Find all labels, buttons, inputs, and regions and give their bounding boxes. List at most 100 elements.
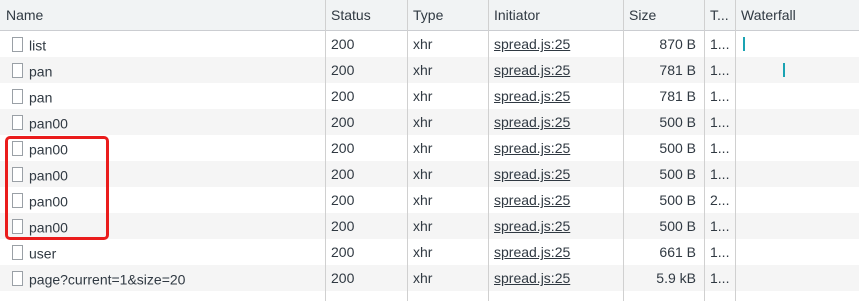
time-cell: 1... [710,88,730,104]
request-name[interactable]: pan [29,89,52,105]
status-cell: 200 [331,192,355,208]
type-cell: xhr [413,140,433,156]
request-name-cell[interactable]: pan [0,57,325,83]
status-cell: 200 [331,270,355,286]
table-row[interactable]: pan00 200 xhr spread.js:25 500 B 1... [0,213,859,239]
request-name[interactable]: page?current=1&size=20 [29,271,185,287]
time-cell: 1... [710,218,730,234]
column-header-status[interactable]: Status [325,0,407,31]
initiator-cell: spread.js:25 [488,109,623,135]
size-cell: 5.9 kB [656,270,696,286]
initiator-cell: spread.js:25 [488,161,623,187]
size-cell: 870 B [659,36,696,52]
status-cell: 200 [331,88,355,104]
document-icon [12,270,23,286]
time-cell: 1... [710,244,730,260]
table-row[interactable]: pan00 200 xhr spread.js:25 500 B 1... [0,109,859,135]
waterfall-cell [735,57,859,83]
request-name-cell[interactable]: pan00 [0,109,325,135]
initiator-link[interactable]: spread.js:25 [494,166,570,182]
initiator-link[interactable]: spread.js:25 [494,192,570,208]
table-row[interactable]: pan 200 xhr spread.js:25 781 B 1... [0,83,859,109]
table-header: Name Status Type Initiator Size T... Wat… [0,0,859,31]
status-cell: 200 [331,62,355,78]
table-row[interactable]: pan 200 xhr spread.js:25 781 B 1... [0,57,859,83]
request-name[interactable]: list [29,37,46,53]
waterfall-bar [743,37,745,51]
column-header-size[interactable]: Size [623,0,704,31]
table-row[interactable]: pan00 200 xhr spread.js:25 500 B 1... [0,161,859,187]
time-cell: 1... [710,166,730,182]
request-name-cell[interactable]: list [0,31,325,57]
status-cell: 200 [331,218,355,234]
size-cell: 781 B [659,62,696,78]
size-cell: 500 B [659,192,696,208]
column-divider[interactable] [735,0,736,301]
column-divider[interactable] [623,0,624,301]
column-header-initiator[interactable]: Initiator [488,0,623,31]
table-row[interactable]: list 200 xhr spread.js:25 870 B 1... [0,31,859,57]
request-name-cell[interactable]: page?current=1&size=20 [0,265,325,291]
request-name[interactable]: pan [29,63,52,79]
initiator-link[interactable]: spread.js:25 [494,114,570,130]
initiator-link[interactable]: spread.js:25 [494,270,570,286]
document-icon [12,114,23,130]
highlight-annotation-box [5,136,109,240]
type-cell: xhr [413,244,433,260]
table-row[interactable]: page?current=1&size=20 200 xhr spread.js:25… [0,265,859,291]
time-cell: 1... [710,140,730,156]
waterfall-cell [735,161,859,187]
initiator-link[interactable]: spread.js:25 [494,218,570,234]
document-icon [12,88,23,104]
type-cell: xhr [413,36,433,52]
column-header-waterfall[interactable]: Waterfall [735,0,859,31]
waterfall-cell [735,135,859,161]
type-cell: xhr [413,62,433,78]
status-cell: 200 [331,244,355,260]
document-icon [12,62,23,78]
waterfall-cell [735,31,859,57]
table-row[interactable]: user 200 xhr spread.js:25 661 B 1... [0,239,859,265]
size-cell: 500 B [659,218,696,234]
initiator-link[interactable]: spread.js:25 [494,36,570,52]
type-cell: xhr [413,114,433,130]
column-divider[interactable] [488,0,489,301]
time-cell: 1... [710,62,730,78]
request-name[interactable]: user [29,245,56,261]
request-name[interactable]: pan00 [29,115,68,131]
status-cell: 200 [331,140,355,156]
initiator-cell: spread.js:25 [488,135,623,161]
initiator-link[interactable]: spread.js:25 [494,88,570,104]
request-name-cell[interactable]: user [0,239,325,265]
initiator-link[interactable]: spread.js:25 [494,140,570,156]
column-divider[interactable] [407,0,408,301]
initiator-link[interactable]: spread.js:25 [494,62,570,78]
request-name-cell[interactable]: pan [0,83,325,109]
size-cell: 661 B [659,244,696,260]
table-row[interactable]: pan00 200 xhr spread.js:25 500 B 2... [0,187,859,213]
size-cell: 781 B [659,88,696,104]
waterfall-cell [735,187,859,213]
document-icon [12,36,23,52]
table-row[interactable]: pan00 200 xhr spread.js:25 500 B 1... [0,135,859,161]
column-header-type[interactable]: Type [407,0,488,31]
column-header-name[interactable]: Name [0,0,325,31]
size-cell: 500 B [659,114,696,130]
time-cell: 1... [710,114,730,130]
waterfall-cell [735,265,859,291]
column-divider[interactable] [704,0,705,301]
initiator-cell: spread.js:25 [488,57,623,83]
initiator-cell: spread.js:25 [488,83,623,109]
type-cell: xhr [413,192,433,208]
initiator-cell: spread.js:25 [488,187,623,213]
column-header-time[interactable]: T... [704,0,735,31]
column-divider[interactable] [325,0,326,301]
status-cell: 200 [331,114,355,130]
time-cell: 2... [710,192,730,208]
initiator-link[interactable]: spread.js:25 [494,244,570,260]
waterfall-cell [735,109,859,135]
time-cell: 1... [710,270,730,286]
type-cell: xhr [413,270,433,286]
waterfall-cell [735,239,859,265]
document-icon [12,244,23,260]
